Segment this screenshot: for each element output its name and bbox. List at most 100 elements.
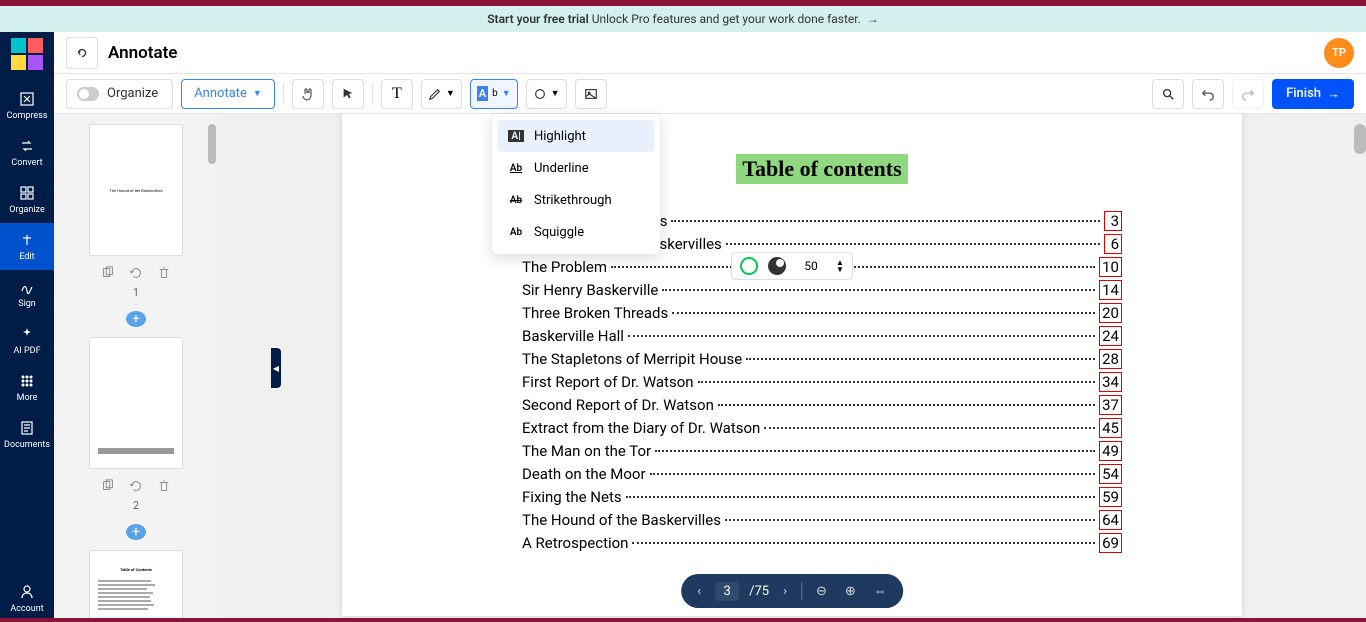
app-logo[interactable]	[11, 38, 43, 70]
shape-tool[interactable]: ▼	[526, 79, 567, 109]
delete-icon[interactable]	[157, 266, 171, 280]
extract-icon[interactable]	[101, 266, 115, 280]
zoom-in[interactable]: ⊕	[841, 584, 860, 599]
dropdown-strikethrough[interactable]: AbStrikethrough	[498, 184, 654, 216]
highlight-icon: A	[477, 86, 488, 101]
toc-entry[interactable]: Sir Henry Baskerville14	[522, 280, 1122, 300]
redo-button[interactable]	[1232, 79, 1264, 109]
rail-edit[interactable]: Edit	[0, 223, 54, 270]
image-tool[interactable]	[575, 79, 607, 109]
back-button[interactable]	[66, 37, 98, 69]
toc-chapter: Baskerville Hall	[522, 327, 624, 345]
draw-tool[interactable]: ▼	[421, 79, 462, 109]
toc-page-link[interactable]: 20	[1099, 303, 1122, 323]
bottom-accent-bar	[0, 618, 1366, 622]
toc-entry[interactable]: Second Report of Dr. Watson 37	[522, 395, 1122, 415]
rail-label: Documents	[4, 440, 50, 450]
toc-page-link[interactable]: 64	[1099, 510, 1122, 530]
right-scrollbar[interactable]	[1354, 114, 1366, 622]
organize-toggle-group[interactable]: Organize	[66, 79, 173, 109]
redo-icon	[1241, 87, 1255, 101]
undo-button[interactable]	[1192, 79, 1224, 109]
delete-icon[interactable]	[157, 479, 171, 493]
stroke-color[interactable]	[740, 257, 758, 275]
toc-entry[interactable]: A Retrospection69	[522, 533, 1122, 553]
add-page-button[interactable]: +	[126, 524, 146, 540]
toc-chapter: The Stapletons of Merripit House	[522, 350, 742, 368]
rail-compress[interactable]: Compress	[0, 82, 54, 129]
annotate-mode-button[interactable]: Annotate ▼	[181, 79, 275, 109]
finish-button[interactable]: Finish→	[1272, 79, 1354, 109]
toc-entry[interactable]: Extract from the Diary of Dr. Watson45	[522, 418, 1122, 438]
highlight-dropdown: A|Highlight AbUnderline AbStrikethrough …	[492, 114, 660, 254]
extract-icon[interactable]	[101, 479, 115, 493]
toc-page-link[interactable]: 37	[1099, 395, 1122, 415]
prev-page[interactable]: ‹	[693, 584, 705, 599]
fit-width[interactable]: ⇔	[870, 583, 891, 599]
thumb-3[interactable]: Table of Contents	[89, 550, 183, 622]
thumb-2[interactable]: 2	[89, 337, 183, 512]
toc-entry[interactable]: The Stapletons of Merripit House 28	[522, 349, 1122, 369]
thumb-number: 2	[133, 499, 139, 512]
dropdown-highlight[interactable]: A|Highlight	[498, 120, 654, 152]
scrollbar-thumb[interactable]	[208, 124, 216, 164]
toc-entry[interactable]: The Hound of the Baskervilles64	[522, 510, 1122, 530]
rail-more[interactable]: More	[0, 364, 54, 411]
toc-page-link[interactable]: 14	[1099, 280, 1122, 300]
collapse-handle[interactable]: ◀	[271, 348, 281, 388]
canvas-area[interactable]: 50 ▲▼ Table of contents ock Holmes3e of …	[218, 114, 1366, 622]
highlight-tool[interactable]: Ab▼	[470, 79, 518, 109]
fill-opacity[interactable]	[768, 257, 786, 275]
search-button[interactable]	[1152, 79, 1184, 109]
squiggle-icon: Ab	[508, 226, 524, 238]
toc-page-link[interactable]: 49	[1099, 441, 1122, 461]
dropdown-underline[interactable]: AbUnderline	[498, 152, 654, 184]
rail-account[interactable]: Account	[0, 575, 54, 622]
text-tool[interactable]: T	[381, 79, 413, 109]
current-page-input[interactable]: 3	[715, 582, 739, 601]
toc-page-link[interactable]: 69	[1099, 533, 1122, 553]
thumb-1[interactable]: The Hound of the Baskervilles 1	[89, 124, 183, 299]
toc-page-link[interactable]: 3	[1104, 211, 1122, 231]
hand-tool[interactable]	[292, 79, 324, 109]
toc-page-link[interactable]: 45	[1099, 418, 1122, 438]
toc-entry[interactable]: First Report of Dr. Watson34	[522, 372, 1122, 392]
toc-entry[interactable]: Baskerville Hall 24	[522, 326, 1122, 346]
promo-banner[interactable]: Start your free trial Unlock Pro feature…	[0, 6, 1366, 32]
rail-label: Convert	[11, 158, 42, 168]
rail-documents[interactable]: Documents	[0, 411, 54, 458]
toc-entry[interactable]: Three Broken Threads20	[522, 303, 1122, 323]
toc-dots	[764, 427, 1095, 429]
opacity-value[interactable]: 50	[796, 259, 826, 273]
toc-page-link[interactable]: 54	[1099, 464, 1122, 484]
zoom-out[interactable]: ⊖	[812, 584, 831, 599]
annotate-label: Annotate	[194, 86, 247, 101]
rail-sign[interactable]: Sign	[0, 270, 54, 317]
toggle-switch[interactable]	[77, 87, 99, 101]
person-icon	[18, 583, 36, 601]
user-avatar[interactable]: TP	[1324, 38, 1354, 68]
rotate-icon[interactable]	[129, 479, 143, 493]
toc-chapter: Second Report of Dr. Watson	[522, 396, 714, 414]
toc-page-link[interactable]: 34	[1099, 372, 1122, 392]
arrow-right-icon: →	[1327, 86, 1340, 102]
rotate-icon[interactable]	[129, 266, 143, 280]
toc-entry[interactable]: Fixing the Nets59	[522, 487, 1122, 507]
dropdown-squiggle[interactable]: AbSquiggle	[498, 216, 654, 248]
add-page-button[interactable]: +	[126, 311, 146, 327]
toc-page-link[interactable]: 10	[1099, 257, 1122, 277]
rail-convert[interactable]: Convert	[0, 129, 54, 176]
rail-organize[interactable]: Organize	[0, 176, 54, 223]
toc-entry[interactable]: Death on the Moor54	[522, 464, 1122, 484]
rail-ai-pdf[interactable]: AI PDF	[0, 317, 54, 364]
toc-page-link[interactable]: 24	[1099, 326, 1122, 346]
toc-entry[interactable]: The Man on the Tor49	[522, 441, 1122, 461]
select-tool[interactable]	[332, 79, 364, 109]
toc-dots	[672, 312, 1095, 314]
toc-dots	[628, 335, 1095, 337]
toc-page-link[interactable]: 6	[1104, 234, 1122, 254]
toc-page-link[interactable]: 28	[1099, 349, 1122, 369]
opacity-stepper[interactable]: ▲▼	[836, 259, 844, 273]
next-page[interactable]: ›	[779, 584, 791, 599]
toc-page-link[interactable]: 59	[1099, 487, 1122, 507]
